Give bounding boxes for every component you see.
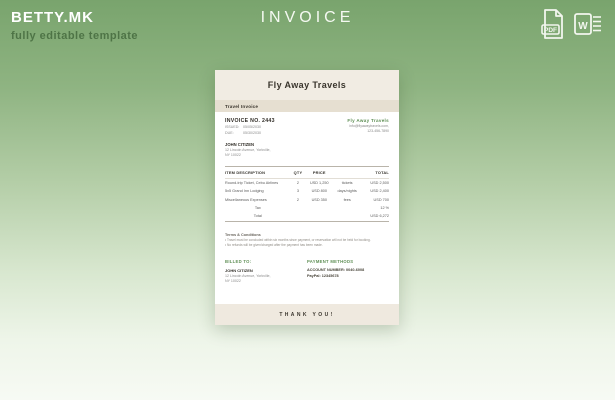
table-row: 5x5 Grand Inn Lodging 3 USD 800 days/nig…	[225, 187, 389, 195]
terms-item: • No refunds will be given/charged after…	[225, 243, 389, 247]
payment-account-number: ACCOUNT NUMBER: 0040-6008	[307, 268, 389, 272]
company-phone: 123-456-7890	[347, 129, 389, 133]
item-unit: days/nights	[333, 189, 361, 193]
company-email: info@flyawaytravels.com,	[347, 124, 389, 128]
due-date: 05/30/2030	[243, 131, 261, 135]
table-row: Miscellaneous Expenses 2 USD 350 fees US…	[225, 196, 389, 204]
payment-methods-block: PAYMENT METHODS ACCOUNT NUMBER: 0040-600…	[307, 259, 389, 283]
customer-address1: 12 Lincoln Avenue, Yorkville,	[225, 148, 389, 152]
customer-block: JOHN CITIZEN 12 Lincoln Avenue, Yorkvill…	[225, 142, 389, 157]
item-price: USD 350	[305, 198, 333, 202]
company-name: Fly Away Travels	[347, 118, 389, 123]
item-description: 5x5 Grand Inn Lodging	[225, 189, 291, 193]
tax-row: Tax 12 %	[225, 204, 389, 212]
invoice-document-preview[interactable]: Fly Away Travels Travel Invoice INVOICE …	[215, 70, 399, 325]
brand-tagline: fully editable template	[11, 30, 138, 42]
tax-label: Tax	[225, 206, 291, 210]
item-total: USD 2,500	[361, 181, 389, 185]
billed-to-address2: NY 10022	[225, 279, 307, 283]
total-value: USD 6,272	[361, 214, 389, 218]
invoice-meta-block: INVOICE NO. 2443 ISSUED: 05/05/2030 DUE:…	[225, 118, 275, 135]
item-price: USD 800	[305, 189, 333, 193]
header-item-description: ITEM DESCRIPTION	[225, 170, 291, 175]
item-unit: tickets	[333, 181, 361, 185]
thank-you-text: THANK YOU!	[279, 312, 334, 318]
pdf-download-icon[interactable]: PDF	[540, 8, 566, 40]
invoice-footer: THANK YOU!	[215, 304, 399, 325]
billed-to-name: JOHN CITIZEN	[225, 268, 307, 273]
header-price: PRICE	[305, 170, 333, 175]
item-unit: fees	[333, 198, 361, 202]
item-price: USD 1,250	[305, 181, 333, 185]
invoice-body: INVOICE NO. 2443 ISSUED: 05/05/2030 DUE:…	[215, 112, 399, 283]
svg-text:PDF: PDF	[544, 27, 557, 34]
item-total: USD 700	[361, 198, 389, 202]
customer-address2: NY 10022	[225, 153, 389, 157]
item-qty: 3	[291, 189, 306, 193]
line-items-table: ITEM DESCRIPTION QTY PRICE TOTAL Round-t…	[225, 166, 389, 222]
payment-paypal: PayPal: 12345678	[307, 274, 389, 278]
issued-label: ISSUED:	[225, 125, 238, 129]
table-header-row: ITEM DESCRIPTION QTY PRICE TOTAL	[225, 166, 389, 179]
item-description: Round-trip Ticket, Cebu Airlines	[225, 181, 291, 185]
item-qty: 2	[291, 198, 306, 202]
item-total: USD 2,400	[361, 189, 389, 193]
header-qty: QTY	[291, 170, 306, 175]
item-qty: 2	[291, 181, 306, 185]
total-label: Total	[225, 214, 291, 218]
terms-section: Terms & Conditions • Travel must be conc…	[225, 233, 389, 248]
billed-to-heading: BILLED TO:	[225, 259, 307, 264]
header-total: TOTAL	[361, 170, 389, 175]
invoice-number: INVOICE NO. 2443	[225, 118, 275, 124]
billing-payment-section: BILLED TO: JOHN CITIZEN 12 Lincoln Avenu…	[225, 259, 389, 283]
invoice-header: Fly Away Travels	[215, 70, 399, 100]
total-row: Total USD 6,272	[225, 212, 389, 221]
payment-methods-heading: PAYMENT METHODS	[307, 259, 389, 264]
customer-name: JOHN CITIZEN	[225, 142, 389, 147]
page-title: INVOICE	[0, 9, 615, 27]
invoice-type-label: Travel Invoice	[225, 104, 258, 109]
company-contact-block: Fly Away Travels info@flyawaytravels.com…	[347, 118, 389, 135]
billed-to-address1: 12 Lincoln Avenue, Yorkville,	[225, 274, 307, 278]
billed-to-block: BILLED TO: JOHN CITIZEN 12 Lincoln Avenu…	[225, 259, 307, 283]
terms-heading: Terms & Conditions	[225, 233, 389, 237]
invoice-type-strip: Travel Invoice	[215, 100, 399, 112]
due-label: DUE:	[225, 131, 238, 135]
download-icons: PDF W	[540, 8, 603, 40]
terms-item: • Travel must be concluded within six mo…	[225, 238, 389, 242]
invoice-company-title: Fly Away Travels	[268, 80, 346, 90]
issued-date: 05/05/2030	[243, 125, 261, 129]
table-row: Round-trip Ticket, Cebu Airlines 2 USD 1…	[225, 179, 389, 187]
item-description: Miscellaneous Expenses	[225, 198, 291, 202]
svg-text:W: W	[578, 21, 588, 32]
tax-value: 12 %	[361, 206, 389, 210]
word-download-icon[interactable]: W	[573, 8, 603, 40]
